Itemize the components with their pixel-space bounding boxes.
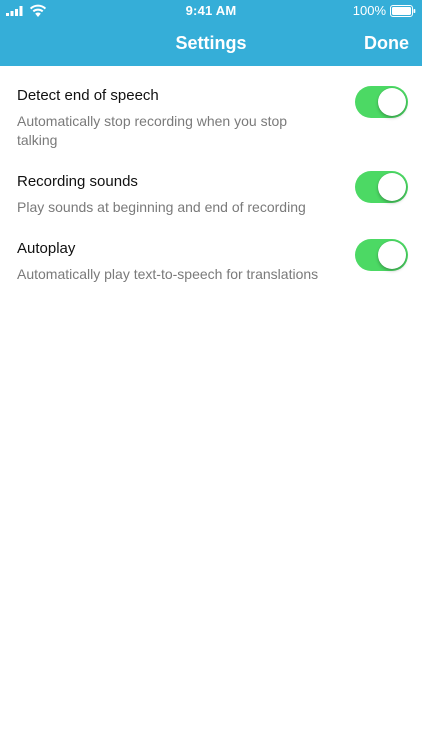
setting-description: Automatically play text-to-speech for tr…	[17, 266, 319, 282]
toggle-knob	[378, 88, 406, 116]
toggle-knob	[378, 173, 406, 201]
setting-title: Recording sounds	[17, 173, 138, 190]
setting-description: Play sounds at beginning and end of reco…	[17, 199, 306, 215]
navigation-header: 9:41 AM 100% Settings Done	[0, 0, 422, 66]
status-bar: 9:41 AM 100%	[0, 0, 422, 22]
battery-percent: 100%	[352, 3, 386, 18]
setting-title: Detect end of speech	[17, 87, 159, 104]
autoplay-toggle[interactable]	[355, 239, 408, 271]
detect-end-of-speech-toggle[interactable]	[355, 86, 408, 118]
settings-screen: 9:41 AM 100% Settings Done Detect end of…	[0, 0, 422, 750]
done-button[interactable]: Done	[364, 33, 409, 54]
toggle-knob	[378, 241, 406, 269]
setting-description: Automatically stop recording when you st…	[17, 113, 288, 148]
setting-title: Autoplay	[17, 240, 76, 257]
recording-sounds-toggle[interactable]	[355, 171, 408, 203]
battery-icon	[390, 5, 416, 17]
page-title: Settings	[175, 33, 247, 53]
